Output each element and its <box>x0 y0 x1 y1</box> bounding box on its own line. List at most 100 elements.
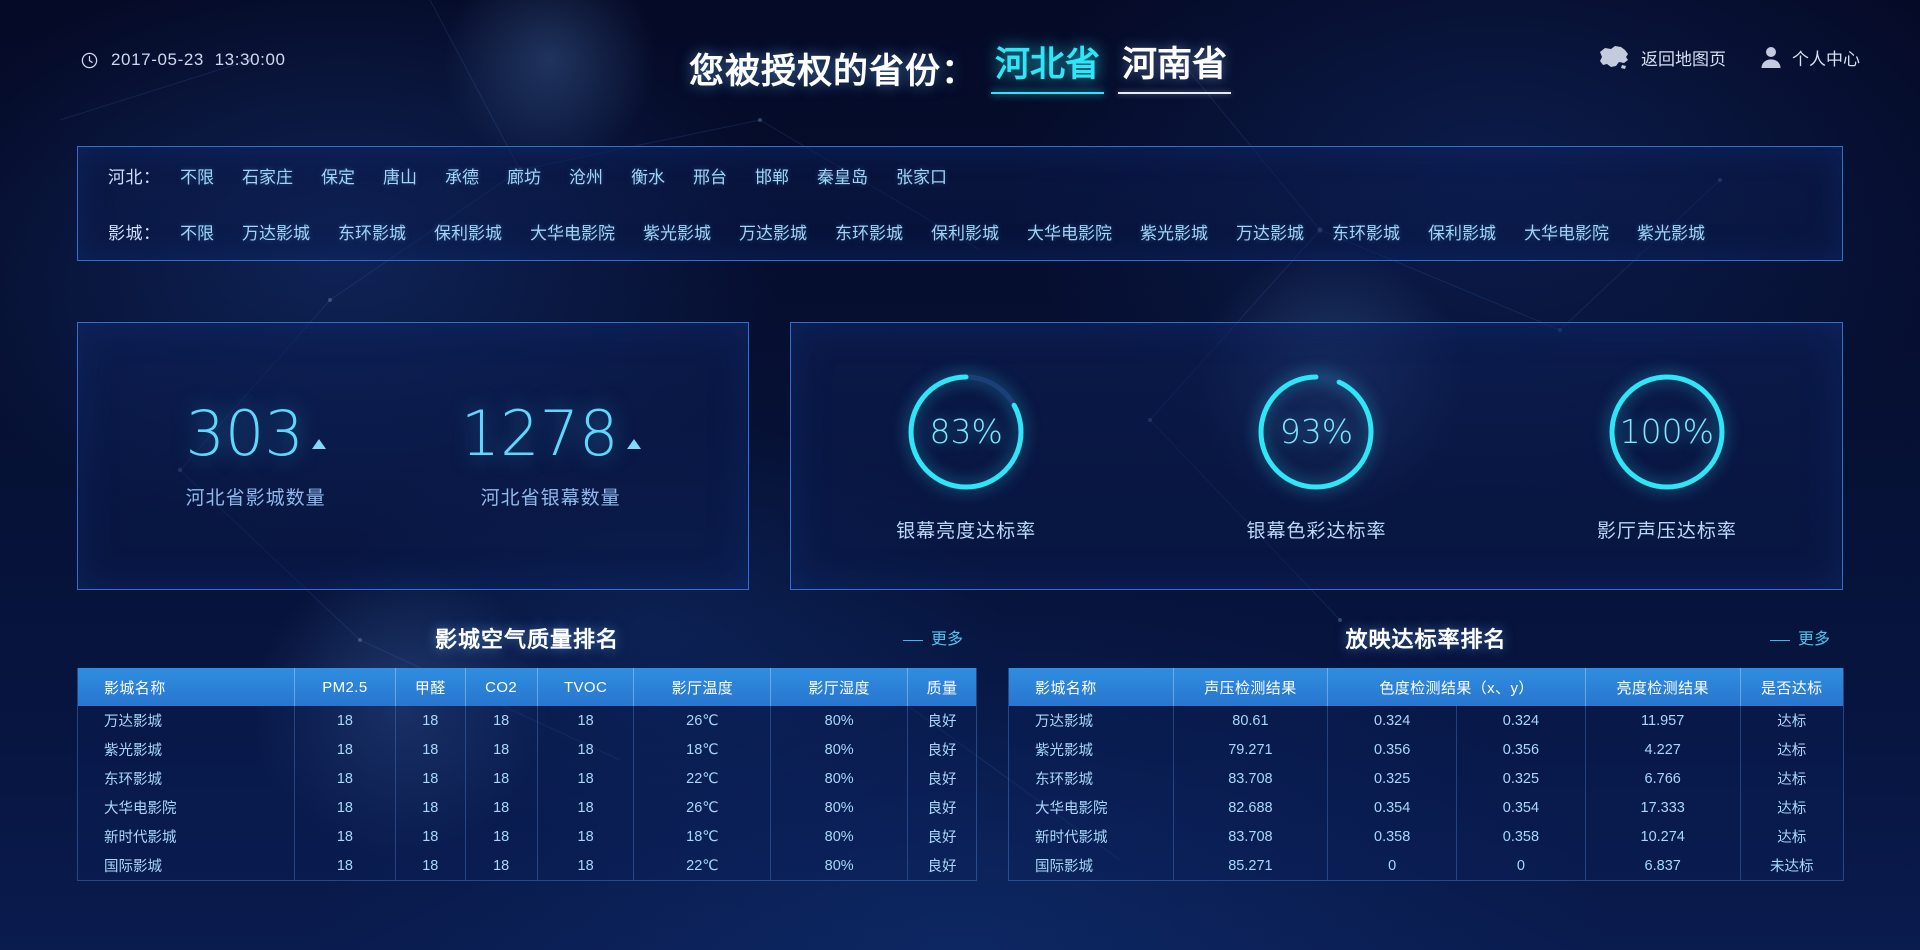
table-row[interactable]: 国际影城 85.271 0 0 6.837 未达标 <box>1009 851 1843 880</box>
air-quality-panel: 影城空气质量排名 更多 影城名称 PM2.5 甲醛 CO2 TVOC 影厅温度 影厅湿度 质量… <box>77 612 977 881</box>
user-center-button[interactable]: 个人中心 <box>1760 45 1860 70</box>
filter-cinema-item-6[interactable]: 万达影城 <box>739 219 807 244</box>
filter-city-item-3[interactable]: 唐山 <box>383 163 417 188</box>
air-cell-3-6: 80% <box>770 793 909 822</box>
air-cell-4-5: 18℃ <box>633 822 772 851</box>
filter-city-item-4[interactable]: 承德 <box>445 163 479 188</box>
filter-cinema-item-1[interactable]: 万达影城 <box>242 219 310 244</box>
proj-cell-2-1: 83.708 <box>1173 764 1329 793</box>
filter-city-item-6[interactable]: 沧州 <box>569 163 603 188</box>
filter-row-city: 河北： 不限 石家庄 保定 唐山 承德 廊坊 沧州 衡水 邢台 邯郸 秦皇岛 张家口 <box>78 147 1842 204</box>
table-row[interactable]: 万达影城 80.61 0.324 0.324 11.957 达标 <box>1009 706 1843 735</box>
filter-city-item-7[interactable]: 衡水 <box>631 163 665 188</box>
user-center-label: 个人中心 <box>1792 49 1860 69</box>
filter-cinema-item-4[interactable]: 大华电影院 <box>530 219 615 244</box>
filter-city-item-5[interactable]: 廊坊 <box>507 163 541 188</box>
proj-cell-3-1: 82.688 <box>1173 793 1329 822</box>
statistics-row: 303 河北省影城数量 1278 河北省银幕数量 <box>78 323 748 589</box>
gauge-2: 100% 影厅声压达标率 <box>1597 370 1737 543</box>
table-row[interactable]: 新时代影城 18 18 18 18 18℃ 80% 良好 <box>78 822 976 851</box>
page-title: 您被授权的省份： <box>688 52 977 91</box>
air-cell-0-7: 良好 <box>907 706 976 735</box>
proj-cell-3-2: 0.354 <box>1327 793 1458 822</box>
table-row[interactable]: 紫光影城 18 18 18 18 18℃ 80% 良好 <box>78 735 976 764</box>
table-row[interactable]: 大华电影院 82.688 0.354 0.354 17.333 达标 <box>1009 793 1843 822</box>
filter-cinema-item-5[interactable]: 紫光影城 <box>643 219 711 244</box>
table-row[interactable]: 东环影城 83.708 0.325 0.325 6.766 达标 <box>1009 764 1843 793</box>
filter-row-cinema: 影城： 不限 万达影城 东环影城 保利影城 大华电影院 紫光影城 万达影城 东环影城 保利影城 大… <box>78 204 1842 261</box>
filter-cinema-item-3[interactable]: 保利影城 <box>434 219 502 244</box>
filter-city-item-9[interactable]: 邯郸 <box>755 163 789 188</box>
filter-cinema-item-11[interactable]: 万达影城 <box>1236 219 1304 244</box>
province-tab-hebei[interactable]: 河北省 <box>990 36 1105 94</box>
filter-city-item-2[interactable]: 保定 <box>321 163 355 188</box>
air-cell-4-2: 18 <box>395 822 466 851</box>
china-map-icon <box>1600 46 1628 69</box>
proj-cell-1-1: 79.271 <box>1173 735 1329 764</box>
proj-cell-1-2: 0.356 <box>1327 735 1458 764</box>
proj-col-1: 声压检测结果 <box>1173 668 1329 706</box>
gauge-0: 83% 银幕亮度达标率 <box>896 370 1036 543</box>
dash-icon <box>902 639 923 641</box>
filter-cinema-item-0[interactable]: 不限 <box>180 219 214 244</box>
air-cell-0-1: 18 <box>294 706 397 735</box>
table-row[interactable]: 东环影城 18 18 18 18 22℃ 80% 良好 <box>78 764 976 793</box>
table-row[interactable]: 大华电影院 18 18 18 18 26℃ 80% 良好 <box>78 793 976 822</box>
filter-cinema-item-15[interactable]: 紫光影城 <box>1637 219 1705 244</box>
gauge-ring-2: 100% <box>1605 370 1729 494</box>
back-to-map-button[interactable]: 返回地图页 <box>1597 44 1726 70</box>
air-col-5: 影厅温度 <box>633 668 772 706</box>
stat-value-row: 1278 <box>461 402 641 465</box>
air-cell-2-5: 22℃ <box>633 764 772 793</box>
air-quality-tbody: 万达影城 18 18 18 18 26℃ 80% 良好 紫光影城 18 18 18 18 18℃ 80% 良好… <box>78 706 976 880</box>
filter-cinema-item-7[interactable]: 东环影城 <box>835 219 903 244</box>
air-quality-table: 影城名称 PM2.5 甲醛 CO2 TVOC 影厅温度 影厅湿度 质量 万达影城 18 18 18 1… <box>78 668 976 880</box>
air-cell-0-0: 万达影城 <box>78 706 295 735</box>
air-cell-2-7: 良好 <box>907 764 976 793</box>
air-quality-more-link[interactable]: 更多 <box>902 612 963 668</box>
proj-cell-4-5: 达标 <box>1740 822 1843 851</box>
filter-cinema-item-8[interactable]: 保利影城 <box>931 219 999 244</box>
projection-more-link[interactable]: 更多 <box>1769 612 1830 668</box>
filter-label-cinema: 影城： <box>108 224 161 244</box>
table-row[interactable]: 万达影城 18 18 18 18 26℃ 80% 良好 <box>78 706 976 735</box>
table-row[interactable]: 紫光影城 79.271 0.356 0.356 4.227 达标 <box>1009 735 1843 764</box>
filter-cinema-item-10[interactable]: 紫光影城 <box>1140 219 1208 244</box>
proj-cell-1-0: 紫光影城 <box>1009 735 1174 764</box>
proj-cell-3-3: 0.354 <box>1456 793 1586 822</box>
filter-city-item-10[interactable]: 秦皇岛 <box>817 163 868 188</box>
proj-cell-1-4: 4.227 <box>1585 735 1741 764</box>
user-icon <box>1761 47 1781 68</box>
table-row[interactable]: 国际影城 18 18 18 18 22℃ 80% 良好 <box>78 851 976 880</box>
filter-cinema-item-2[interactable]: 东环影城 <box>338 219 406 244</box>
projection-tbody: 万达影城 80.61 0.324 0.324 11.957 达标 紫光影城 79.271 0.3… <box>1009 706 1843 880</box>
proj-cell-0-2: 0.324 <box>1327 706 1458 735</box>
air-cell-1-1: 18 <box>294 735 397 764</box>
air-quality-more-label: 更多 <box>930 631 963 648</box>
air-col-7: 质量 <box>907 668 976 706</box>
air-cell-2-3: 18 <box>465 764 538 793</box>
air-cell-4-1: 18 <box>294 822 397 851</box>
filter-cinema-item-12[interactable]: 东环影城 <box>1332 219 1400 244</box>
filter-cinema-item-13[interactable]: 保利影城 <box>1428 219 1496 244</box>
filter-city-item-0[interactable]: 不限 <box>180 163 214 188</box>
filter-cinema-item-9[interactable]: 大华电影院 <box>1027 219 1112 244</box>
stat-screen-count: 1278 河北省银幕数量 <box>461 402 641 510</box>
air-cell-5-7: 良好 <box>907 851 976 880</box>
filter-cinema-item-14[interactable]: 大华电影院 <box>1524 219 1609 244</box>
filter-city-item-8[interactable]: 邢台 <box>693 163 727 188</box>
air-cell-4-7: 良好 <box>907 822 976 851</box>
air-quality-header: 影城空气质量排名 更多 <box>77 612 977 668</box>
trend-up-icon <box>311 438 326 449</box>
filter-city-item-11[interactable]: 张家口 <box>896 163 947 188</box>
province-tab-henan[interactable]: 河南省 <box>1118 36 1232 94</box>
filter-city-item-1[interactable]: 石家庄 <box>242 163 293 188</box>
gauge-1: 93% 银幕色彩达标率 <box>1246 370 1386 543</box>
gauge-value-2: 100% <box>1619 412 1714 451</box>
air-quality-title: 影城空气质量排名 <box>434 627 619 652</box>
proj-cell-4-0: 新时代影城 <box>1009 822 1174 851</box>
gauge-label-1: 银幕色彩达标率 <box>1246 520 1387 542</box>
table-row[interactable]: 新时代影城 83.708 0.358 0.358 10.274 达标 <box>1009 822 1843 851</box>
proj-cell-0-4: 11.957 <box>1585 706 1741 735</box>
back-to-map-label: 返回地图页 <box>1641 49 1726 69</box>
